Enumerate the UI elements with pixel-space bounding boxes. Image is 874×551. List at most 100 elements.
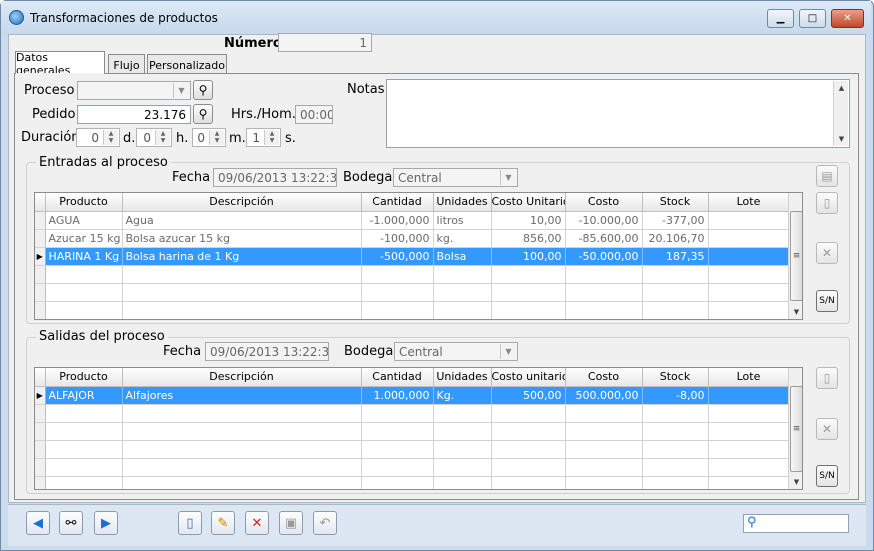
- col-costo-unitario[interactable]: Costo Unitario: [491, 193, 566, 212]
- search-box[interactable]: [743, 514, 849, 533]
- cell-costo[interactable]: -50.000,00: [565, 247, 643, 266]
- entradas-fecha-field[interactable]: 09/06/2013 13:22:30: [213, 168, 337, 187]
- empty-row[interactable]: [35, 404, 790, 423]
- salidas-fecha-field[interactable]: 09/06/2013 13:22:31: [205, 342, 329, 361]
- cell-unidades[interactable]: Bolsa: [433, 247, 492, 266]
- duracion-segundos-stepper[interactable]: 1 ▲ ▼: [246, 128, 281, 147]
- search-pedido-button[interactable]: ⚲: [193, 104, 213, 124]
- entradas-scrollbar[interactable]: ≡ ▼: [788, 193, 802, 319]
- undo-button[interactable]: ↶: [313, 511, 337, 535]
- col-producto[interactable]: Producto: [45, 368, 123, 387]
- previous-record-button[interactable]: ◀: [26, 511, 50, 535]
- cell-stock[interactable]: 20.106,70: [642, 229, 709, 248]
- scroll-down-icon[interactable]: ▼: [834, 132, 849, 146]
- cell-descripcion[interactable]: Bolsa harina de 1 Kg: [122, 247, 362, 266]
- cell-producto[interactable]: AGUA: [45, 211, 123, 230]
- cell-descripcion[interactable]: Alfajores: [122, 386, 362, 405]
- table-row-selected[interactable]: ▶ HARINA 1 Kg Bolsa harina de 1 Kg -500,000…: [35, 247, 790, 266]
- cell-lote[interactable]: [708, 247, 790, 266]
- empty-row[interactable]: [35, 283, 790, 302]
- cell-costo[interactable]: 500.000,00: [565, 386, 643, 405]
- cell-costo-unitario[interactable]: 856,00: [491, 229, 566, 248]
- hrs-field[interactable]: 00:00: [295, 105, 333, 124]
- entradas-sn-button[interactable]: S/N: [816, 290, 838, 312]
- cell-cantidad[interactable]: 1.000,000: [361, 386, 434, 405]
- salidas-delete-row-button[interactable]: ✕: [816, 418, 838, 440]
- col-lote[interactable]: Lote: [708, 193, 790, 212]
- cell-costo[interactable]: -85.600,00: [565, 229, 643, 248]
- spinner-arrows-icon[interactable]: ▲ ▼: [155, 130, 170, 145]
- close-button[interactable]: ✕: [831, 9, 864, 28]
- maximize-button[interactable]: □: [799, 9, 826, 28]
- table-row[interactable]: AGUA Agua -1.000,000 litros 10,00 -10.000,00-…: [35, 211, 790, 230]
- duracion-dias-stepper[interactable]: 0 ▲ ▼: [76, 128, 120, 147]
- col-cantidad[interactable]: Cantidad: [361, 368, 434, 387]
- empty-row[interactable]: [35, 422, 790, 441]
- minimize-button[interactable]: ▁: [767, 9, 794, 28]
- salidas-bodega-select[interactable]: Central ▼: [394, 342, 518, 361]
- save-record-button[interactable]: ▣: [279, 511, 303, 535]
- notas-textarea[interactable]: [386, 79, 850, 148]
- cell-stock[interactable]: -8,00: [642, 386, 709, 405]
- cell-stock[interactable]: 187,35: [642, 247, 709, 266]
- col-descripcion[interactable]: Descripción: [122, 368, 362, 387]
- scroll-up-icon[interactable]: ▲: [834, 81, 849, 95]
- scroll-thumb[interactable]: ≡: [790, 211, 802, 301]
- entradas-new-row-button[interactable]: ▯: [816, 192, 838, 214]
- cell-lote[interactable]: [708, 229, 790, 248]
- duracion-horas-stepper[interactable]: 0 ▲ ▼: [136, 128, 172, 147]
- cell-costo[interactable]: -10.000,00: [565, 211, 643, 230]
- cell-lote[interactable]: [708, 386, 790, 405]
- col-stock[interactable]: Stock: [642, 368, 709, 387]
- salidas-scrollbar[interactable]: ≡ ▼: [788, 368, 802, 489]
- notas-scrollbar[interactable]: ▲ ▼: [833, 81, 848, 146]
- salidas-sn-button[interactable]: S/N: [816, 465, 838, 487]
- entradas-bodega-select[interactable]: Central ▼: [393, 168, 518, 187]
- col-costo[interactable]: Costo: [565, 193, 643, 212]
- empty-row[interactable]: [35, 265, 790, 284]
- cell-descripcion[interactable]: Bolsa azucar 15 kg: [122, 229, 362, 248]
- new-record-button[interactable]: ▯: [178, 511, 202, 535]
- search-proceso-button[interactable]: ⚲: [193, 80, 213, 100]
- next-record-button[interactable]: ▶: [94, 511, 118, 535]
- cell-lote[interactable]: [708, 211, 790, 230]
- scroll-down-icon[interactable]: ▼: [789, 475, 802, 489]
- cell-descripcion[interactable]: Agua: [122, 211, 362, 230]
- delete-record-button[interactable]: ✕: [245, 511, 269, 535]
- scroll-down-icon[interactable]: ▼: [789, 305, 802, 319]
- col-unidades[interactable]: Unidades: [433, 368, 492, 387]
- empty-row[interactable]: [35, 476, 790, 489]
- table-row[interactable]: Azucar 15 kg Bolsa azucar 15 kg -100,000 kg…: [35, 229, 790, 248]
- col-costo[interactable]: Costo: [565, 368, 643, 387]
- cell-producto[interactable]: HARINA 1 Kg: [45, 247, 123, 266]
- table-row-selected[interactable]: ▶ ALFAJOR Alfajores 1.000,000 Kg. 500,00 500.0…: [35, 386, 790, 405]
- col-unidades[interactable]: Unidades: [433, 193, 492, 212]
- cell-unidades[interactable]: kg.: [433, 229, 492, 248]
- col-descripcion[interactable]: Descripción: [122, 193, 362, 212]
- find-button[interactable]: ⚯: [59, 511, 83, 535]
- cell-costo-unitario[interactable]: 500,00: [491, 386, 566, 405]
- cell-cantidad[interactable]: -100,000: [361, 229, 434, 248]
- col-cantidad[interactable]: Cantidad: [361, 193, 434, 212]
- duracion-minutos-stepper[interactable]: 0 ▲ ▼: [192, 128, 226, 147]
- entradas-notes-button[interactable]: ▤: [816, 165, 838, 187]
- empty-row[interactable]: [35, 440, 790, 459]
- spinner-arrows-icon[interactable]: ▲ ▼: [264, 130, 279, 145]
- cell-cantidad[interactable]: -1.000,000: [361, 211, 434, 230]
- col-costo-unitario[interactable]: Costo unitario: [491, 368, 566, 387]
- spinner-arrows-icon[interactable]: ▲ ▼: [103, 130, 118, 145]
- numero-field[interactable]: 1: [278, 33, 372, 52]
- entradas-delete-row-button[interactable]: ✕: [816, 242, 838, 264]
- cell-costo-unitario[interactable]: 100,00: [491, 247, 566, 266]
- empty-row[interactable]: [35, 301, 790, 319]
- cell-unidades[interactable]: litros: [433, 211, 492, 230]
- pedido-field[interactable]: 23.176: [77, 105, 191, 124]
- scroll-thumb[interactable]: ≡: [790, 386, 802, 472]
- proceso-select[interactable]: ▼: [77, 81, 191, 100]
- cell-stock[interactable]: -377,00: [642, 211, 709, 230]
- cell-cantidad[interactable]: -500,000: [361, 247, 434, 266]
- cell-producto[interactable]: Azucar 15 kg: [45, 229, 123, 248]
- cell-unidades[interactable]: Kg.: [433, 386, 492, 405]
- spinner-arrows-icon[interactable]: ▲ ▼: [209, 130, 224, 145]
- col-stock[interactable]: Stock: [642, 193, 709, 212]
